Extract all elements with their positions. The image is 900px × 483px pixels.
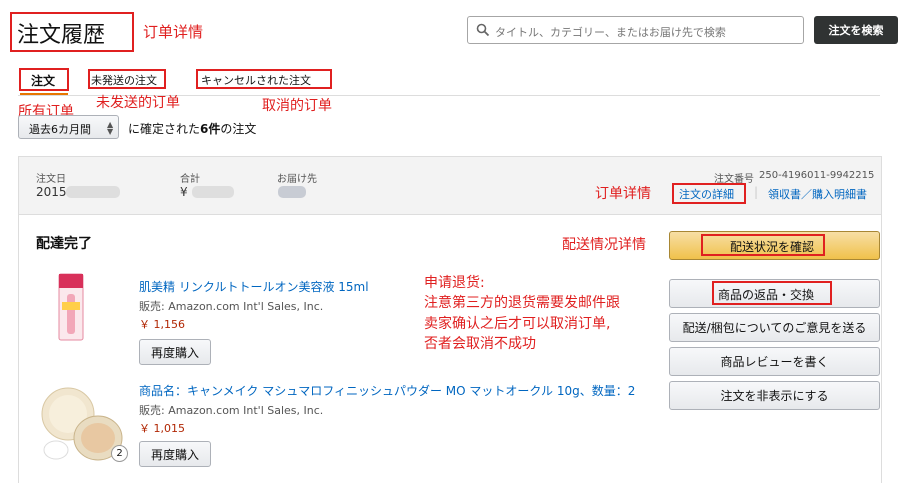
item-1-price: ￥ 1,156 (139, 318, 185, 331)
order-header (18, 156, 882, 214)
quantity-badge: 2 (111, 445, 128, 462)
page-title: 注文履歴 (17, 23, 106, 48)
redacted-date (66, 186, 120, 198)
search-input[interactable]: タイトル、カテゴリー、またはお届け先で検索 (467, 16, 804, 44)
review-button[interactable]: 商品レビューを書く (669, 347, 880, 376)
annotation-order-details-2: 订单详情 (595, 186, 651, 202)
search-placeholder: タイトル、カテゴリー、またはお届け先で検索 (495, 26, 726, 39)
receipt-link[interactable]: 領収書／購入明細書 (768, 186, 867, 202)
item-2-rebuy-button[interactable]: 再度購入 (139, 441, 211, 467)
annotation-order-details: 订单详情 (143, 23, 204, 41)
search-button[interactable]: 注文を検索 (814, 16, 898, 44)
order-number-value: 250-4196011-9942215 (759, 170, 875, 181)
filter-summary: に確定された6件の注文 (128, 120, 256, 137)
link-separator: | (754, 185, 759, 199)
order-total-label: 合計 (180, 174, 200, 185)
period-select[interactable]: 過去6カ月間 ▲ ▼ (18, 115, 119, 139)
search-icon (476, 23, 490, 40)
order-details-link[interactable]: 注文の詳細 (679, 186, 734, 202)
order-status: 配達完了 (36, 236, 92, 252)
item-1-rebuy-button[interactable]: 再度購入 (139, 339, 211, 365)
feedback-button[interactable]: 配送/梱包についてのご意見を送る (669, 313, 880, 342)
item-2-price: ￥ 1,015 (139, 422, 185, 435)
order-total-value: ¥ (180, 185, 188, 199)
tab-cancelled-label: キャンセルされた注文 (201, 74, 311, 87)
return-button-label: 商品の返品・交換 (718, 288, 815, 302)
order-date-label: 注文日 (36, 174, 66, 185)
tab-unshipped-label: 未発送の注文 (91, 74, 157, 87)
tab-orders-label: 注文 (31, 74, 56, 88)
order-date-value: 2015 (36, 185, 67, 199)
annotation-cancelled: 取消的订单 (262, 98, 332, 114)
redacted-total (192, 186, 234, 198)
annotation-return-4: 否者会取消不成功 (424, 336, 536, 352)
item-2-seller: 販売: Amazon.com Int'l Sales, Inc. (139, 404, 324, 417)
order-ship-label: お届け先 (277, 174, 317, 185)
item-2-title[interactable]: 商品名：キャンメイク マシュマロフィニッシュパウダー MO マットオークル 10… (139, 382, 651, 399)
filter-count: 6件 (200, 122, 221, 136)
hide-order-button[interactable]: 注文を非表示にする (669, 381, 880, 410)
annotation-return-1: 申请退货: (424, 275, 485, 291)
period-value: 過去6カ月間 (29, 123, 91, 136)
track-button-label: 配送状況を確認 (730, 240, 815, 254)
annotation-shipping-status: 配送情况详情 (562, 237, 646, 253)
annotation-return-3: 卖家确认之后才可以取消订单, (424, 316, 611, 332)
filter-text-after: の注文 (220, 122, 257, 136)
product-image-serum (58, 272, 84, 342)
item-1-title[interactable]: 肌美精 リンクルトトールオン美容液 15ml (139, 278, 369, 295)
filter-text-before: に確定された (128, 122, 201, 136)
item-1-seller: 販売: Amazon.com Int'l Sales, Inc. (139, 300, 324, 313)
annotation-unshipped: 未发送的订单 (96, 95, 180, 111)
redacted-ship (278, 186, 306, 198)
updown-icon: ▲ ▼ (107, 120, 114, 136)
annotation-return-2: 注意第三方的退货需要发邮件跟 (424, 295, 620, 311)
